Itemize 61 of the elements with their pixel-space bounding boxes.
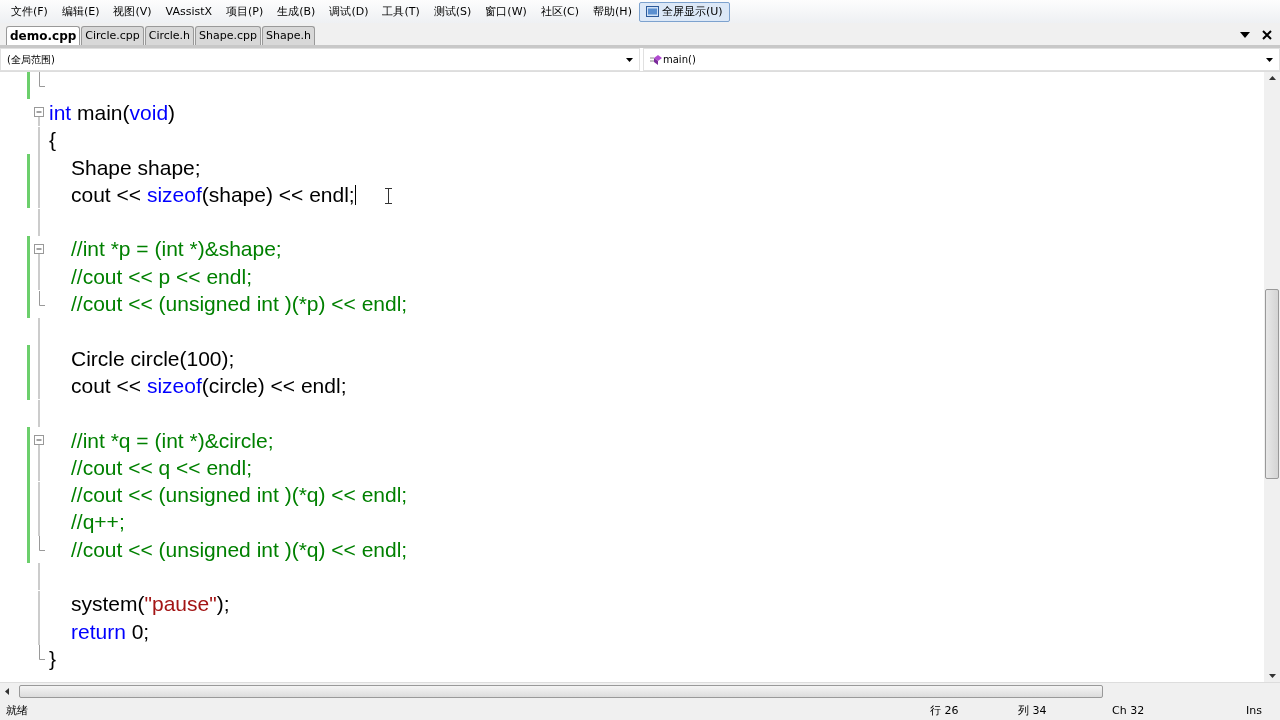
scroll-thumb[interactable]	[1265, 289, 1279, 479]
scroll-left-icon[interactable]	[5, 688, 9, 695]
code-line: //cout << p << endl;	[71, 264, 252, 289]
menu-item[interactable]: 调试(D)	[322, 1, 376, 22]
fold-end	[38, 72, 45, 88]
code-line: //cout << (unsigned int )(*q) << endl;	[71, 537, 408, 562]
fold-end	[38, 645, 45, 661]
text-caret	[354, 184, 356, 205]
code-line: return 0;	[71, 619, 150, 644]
code-line: cout << sizeof(shape) << endl;	[71, 182, 355, 207]
menu-item[interactable]: 编辑(E)	[54, 1, 107, 22]
file-tab[interactable]: Shape.h	[262, 26, 315, 45]
dropdown-arrow-icon[interactable]	[1266, 57, 1273, 62]
member-dropdown[interactable]: main()	[643, 48, 1280, 71]
insert-mode: Ins	[1246, 703, 1262, 717]
fold-end	[38, 536, 45, 552]
menu-item[interactable]: 生成(B)	[270, 1, 323, 22]
code-line: {	[49, 128, 56, 153]
menu-item[interactable]: VAssistX	[158, 1, 220, 22]
code-line: cout << sizeof(circle) << endl;	[71, 373, 347, 398]
menu-item[interactable]: 文件(F)	[4, 1, 55, 22]
ibeam-cursor-icon	[385, 187, 392, 204]
line-number: 行 26	[930, 702, 960, 718]
dropdown-icon[interactable]	[1240, 32, 1250, 38]
file-tab[interactable]: Shape.cpp	[195, 26, 262, 45]
menu-item[interactable]: 项目(P)	[219, 1, 271, 22]
code-line: //cout << (unsigned int )(*p) << endl;	[71, 292, 408, 316]
dropdown-arrow-icon[interactable]	[626, 57, 633, 62]
char-number: Ch 32	[1112, 703, 1146, 717]
code-line: //cout << (unsigned int )(*q) << endl;	[71, 483, 408, 508]
menu-item[interactable]: 社区(C)	[533, 1, 587, 22]
code-line: //q++;	[71, 510, 125, 535]
code-line: }	[49, 646, 56, 671]
menu-item[interactable]: 测试(S)	[426, 1, 479, 22]
code-line: //cout << q << endl;	[71, 455, 252, 480]
column-number: 列 34	[1018, 702, 1048, 718]
scroll-up-icon[interactable]	[1268, 76, 1276, 80]
code-line: Circle circle(100);	[71, 346, 235, 371]
vertical-scrollbar[interactable]	[1264, 72, 1280, 682]
close-icon[interactable]	[1262, 30, 1272, 40]
menu-item[interactable]: 视图(V)	[106, 1, 159, 22]
file-tab[interactable]: Circle.cpp	[81, 26, 144, 45]
scope-dropdown[interactable]: (全局范围)	[0, 48, 640, 71]
file-tab[interactable]: Circle.h	[144, 26, 195, 45]
method-cube-icon	[650, 54, 662, 65]
horizontal-scrollbar[interactable]	[0, 682, 1280, 700]
menu-item[interactable]: 工具(T)	[375, 1, 427, 22]
window-icon	[645, 6, 659, 17]
file-tab[interactable]: demo.cpp	[6, 26, 81, 45]
code-line: //int *p = (int *)&shape;	[71, 237, 282, 262]
menu-item[interactable]: 全屏显示(U)	[638, 1, 730, 22]
menu-item[interactable]: 帮助(H)	[586, 1, 639, 22]
code-line: Shape shape;	[71, 155, 201, 180]
code-line: int main(void)	[49, 100, 176, 125]
code-line: system("pause");	[71, 592, 230, 617]
code-line: //int *q = (int *)&circle;	[71, 428, 274, 453]
menu-item[interactable]: 窗口(W)	[478, 1, 534, 22]
fold-end	[38, 290, 45, 306]
scroll-down-icon[interactable]	[1268, 674, 1276, 678]
status-text: 就绪	[6, 702, 29, 718]
scroll-thumb[interactable]	[19, 685, 1103, 698]
